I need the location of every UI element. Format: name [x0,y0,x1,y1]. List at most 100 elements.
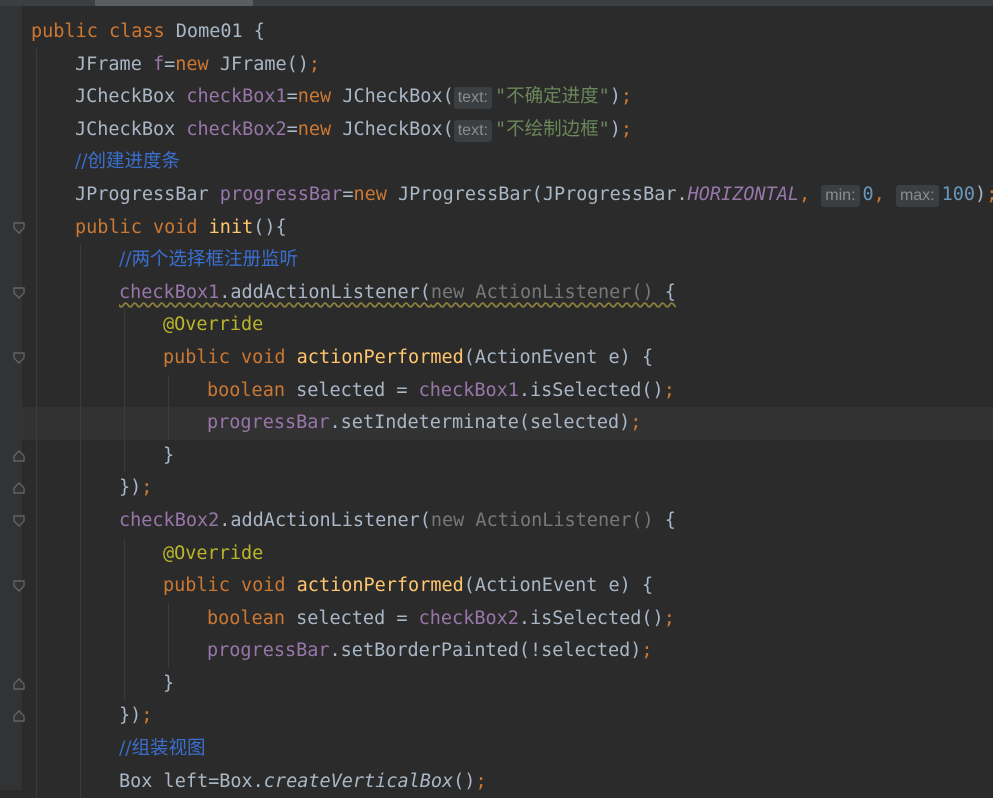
code-token: JProgressBar(JProgressBar. [398,183,688,205]
scrollbar-thumb[interactable] [95,0,253,6]
code-token: Dome01 { [175,21,265,42]
indent-guide [168,635,169,668]
indent-guide [124,635,125,668]
code-line[interactable]: checkBox2.addActionListener(new ActionLi… [13,504,993,538]
code-token: f [152,53,165,75]
code-line[interactable]: //组装视图 [22,733,993,766]
fold-expand-icon[interactable] [13,221,25,234]
code-token: progressBar [219,183,343,205]
indent-guide [124,439,125,473]
code-token: ; [141,477,153,499]
indent-guide [36,537,37,571]
code-token: new [175,53,220,75]
indent-guide [36,341,37,375]
indent-guide [36,113,37,147]
fold-collapse-icon[interactable] [13,449,25,462]
fold-expand-icon[interactable] [13,515,25,527]
code-token: (ActionEvent e) { [463,575,654,597]
code-token: boolean [207,607,297,629]
indent-guide [168,407,169,440]
code-line[interactable]: public void init(){ [13,211,993,245]
code-token: ; [620,118,633,140]
code-line[interactable]: progressBar.setIndeterminate(selected); [22,407,993,440]
code-line[interactable]: @Override [22,537,993,571]
code-line[interactable]: } [13,667,993,701]
code-token: JCheckBox( [342,86,454,108]
indent-guide [36,81,37,114]
code-token: createVerticalBox [263,770,454,792]
indent-guide [80,309,81,342]
code-token: ) [609,118,621,140]
fold-expand-icon[interactable] [13,580,25,592]
indent-guide [124,341,125,375]
code-token: (){ [253,216,287,238]
indent-guide [124,407,125,440]
code-token: Box left=Box. [119,770,264,792]
code-token: selected = [296,607,419,629]
code-line[interactable]: }); [13,700,993,734]
code-line[interactable]: public void actionPerformed(ActionEvent … [13,341,993,375]
indent-guide [124,537,125,571]
editor-gutter[interactable] [0,6,22,790]
indent-guide [36,48,37,82]
code-token: } [163,444,175,466]
indent-guide [168,374,169,408]
code-token: new [353,183,399,205]
code-line[interactable]: //创建进度条 [22,146,993,179]
code-line[interactable]: boolean selected = checkBox1.isSelected(… [22,374,993,408]
code-token: new [297,118,343,140]
code-token: ) [975,183,987,205]
code-line[interactable]: public class Dome01 { [22,16,993,49]
fold-expand-icon[interactable] [13,352,25,364]
code-token: ; [141,705,153,727]
code-line[interactable]: //两个选择框注册监听 [22,244,993,277]
indent-guide [80,374,81,408]
code-line[interactable]: progressBar.setBorderPainted(!selected); [22,635,993,668]
fold-collapse-icon[interactable] [13,710,25,723]
code-line[interactable]: @Override [22,309,993,342]
code-line[interactable]: boolean selected = checkBox2.isSelected(… [22,602,993,636]
indent-guide [36,309,37,342]
code-line[interactable]: Box left=Box.createVerticalBox(); [22,765,993,798]
editor-horizontal-scrollbar[interactable] [0,0,993,6]
code-token: public [163,575,241,597]
code-line[interactable]: JFrame f=new JFrame(); [22,48,993,82]
code-line[interactable]: checkBox1.addActionListener(new ActionLi… [13,276,993,310]
fold-collapse-icon[interactable] [13,482,25,494]
code-line[interactable]: JProgressBar progressBar=new JProgressBa… [22,178,993,212]
code-line[interactable]: JCheckBox checkBox2=new JCheckBox(text: "… [22,113,993,147]
indent-guide [36,700,37,734]
code-token: @Override [163,542,264,564]
code-line[interactable]: }); [13,472,993,505]
indent-guide [36,504,37,538]
indent-guide [36,211,37,245]
indent-guide [36,602,37,636]
code-line[interactable]: } [13,439,993,473]
code-token: 0 [862,183,874,205]
code-line[interactable]: JCheckBox checkBox1=new JCheckBox(text: "… [22,81,993,114]
code-token: ; [308,53,321,75]
code-token: void [240,346,297,368]
fold-collapse-icon[interactable] [13,678,25,690]
code-token: JFrame() [219,53,309,75]
code-comment: 创建进度条 [87,151,180,173]
code-line[interactable]: public void actionPerformed(ActionEvent … [13,570,993,603]
code-token: public [75,216,153,238]
indent-guide [36,635,37,668]
indent-guide [124,602,125,636]
code-token: HORIZONTAL [687,183,800,205]
indent-guide [80,667,81,701]
code-token: checkBox2 [186,118,287,140]
code-token: init [208,216,254,238]
code-token: .isSelected() [518,607,664,629]
indent-guide [36,439,37,473]
parameter-hint: text: [453,119,492,142]
code-editor[interactable]: public class Dome01 {JFrame f=new JFrame… [13,16,993,798]
code-token: "不确定进度" [494,86,610,108]
fold-expand-icon[interactable] [13,287,25,299]
parameter-hint: min: [821,184,860,207]
indent-guide [168,602,169,636]
code-token: progressBar [207,412,330,434]
code-token: new ActionListener() [430,281,665,303]
indent-guide [124,570,125,603]
